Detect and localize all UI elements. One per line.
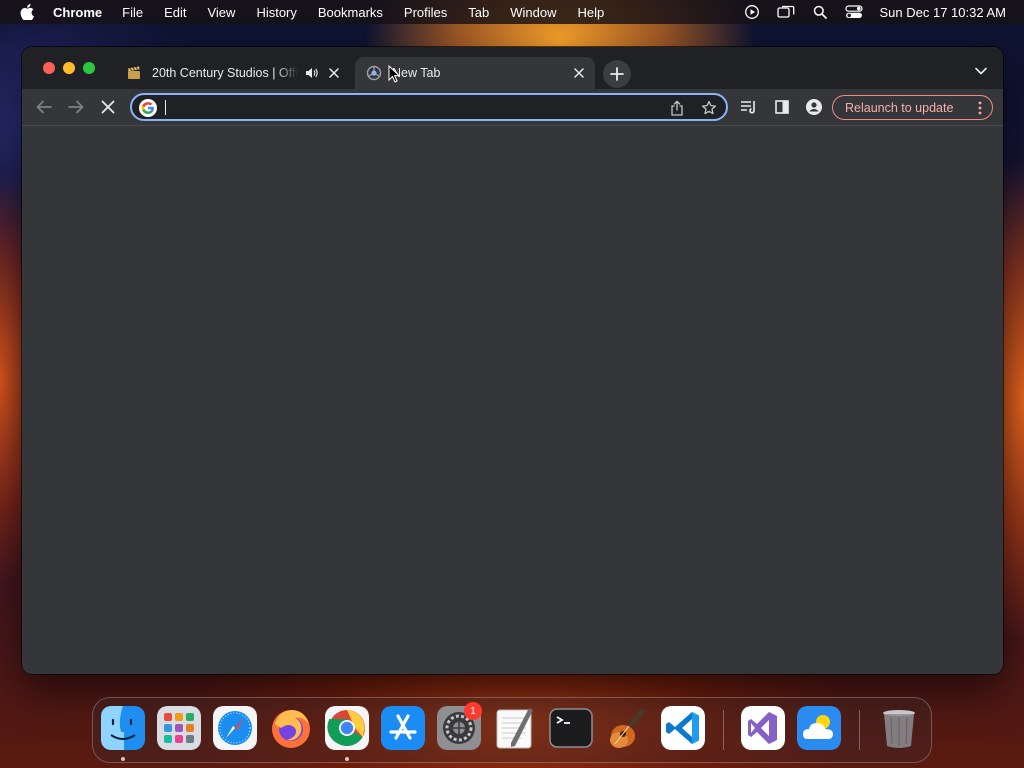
menu-bookmarks[interactable]: Bookmarks	[318, 5, 383, 20]
close-icon[interactable]	[326, 65, 342, 81]
menu-profiles[interactable]: Profiles	[404, 5, 447, 20]
menu-help[interactable]: Help	[578, 5, 605, 20]
profile-avatar-icon[interactable]	[804, 97, 824, 117]
dock: 1	[92, 697, 932, 763]
mouse-cursor-icon	[388, 65, 400, 83]
finder-icon[interactable]	[101, 706, 145, 750]
menu-edit[interactable]: Edit	[164, 5, 186, 20]
vscode-icon[interactable]	[661, 706, 705, 750]
menu-file[interactable]: File	[122, 5, 143, 20]
running-indicator	[121, 757, 125, 761]
google-g-icon	[139, 99, 157, 117]
dock-separator	[859, 710, 860, 750]
notification-badge: 1	[464, 702, 482, 720]
menu-history[interactable]: History	[256, 5, 296, 20]
launchpad-icon[interactable]	[157, 706, 201, 750]
menu-bar: Chrome File Edit View History Bookmarks …	[0, 0, 1024, 24]
omnibox-input[interactable]	[164, 97, 624, 117]
stop-loading-icon[interactable]	[98, 97, 118, 117]
control-center-icon[interactable]	[844, 4, 864, 20]
window-close-button[interactable]	[43, 62, 55, 74]
menu-view[interactable]: View	[207, 5, 235, 20]
running-indicator	[345, 757, 349, 761]
side-panel-icon[interactable]	[772, 97, 792, 117]
garageband-icon[interactable]	[605, 706, 649, 750]
browser-toolbar: Relaunch to update	[22, 89, 1003, 125]
textedit-icon[interactable]	[493, 706, 537, 750]
safari-icon[interactable]	[213, 706, 257, 750]
menu-bar-status-area: Sun Dec 17 10:32 AM	[728, 0, 1006, 24]
tab-strip: 20th Century Studios | Official Site New…	[22, 47, 1003, 89]
address-bar[interactable]	[130, 93, 728, 121]
more-options-icon[interactable]	[977, 100, 983, 116]
chrome-window: 20th Century Studios | Official Site New…	[22, 47, 1003, 674]
menu-tab[interactable]: Tab	[468, 5, 489, 20]
speaker-icon[interactable]	[304, 65, 320, 81]
share-icon[interactable]	[668, 99, 686, 117]
new-tab-button[interactable]	[603, 60, 631, 88]
bookmark-star-icon[interactable]	[700, 99, 718, 117]
menu-window[interactable]: Window	[510, 5, 556, 20]
screen-mirroring-icon[interactable]	[776, 4, 796, 20]
forward-arrow-icon[interactable]	[66, 97, 86, 117]
tab-20th-century-studios[interactable]: 20th Century Studios | Official Site	[114, 57, 350, 89]
reading-list-icon[interactable]	[739, 97, 759, 117]
chrome-icon[interactable]	[325, 706, 369, 750]
visual-studio-icon[interactable]	[741, 706, 785, 750]
film-clapper-icon	[126, 65, 142, 81]
tab-title: 20th Century Studios | Official Site	[152, 66, 298, 80]
weather-icon[interactable]	[797, 706, 841, 750]
firefox-icon[interactable]	[269, 706, 313, 750]
window-minimize-button[interactable]	[63, 62, 75, 74]
dock-separator	[723, 710, 724, 750]
window-zoom-button[interactable]	[83, 62, 95, 74]
tab-title: New Tab	[392, 66, 441, 80]
chrome-new-tab-icon	[366, 65, 382, 81]
relaunch-label: Relaunch to update	[845, 100, 954, 115]
apple-menu-icon[interactable]	[19, 4, 35, 20]
text-caret	[165, 100, 166, 115]
screen-recording-icon[interactable]	[742, 4, 762, 20]
relaunch-to-update-button[interactable]: Relaunch to update	[832, 95, 993, 120]
menu-bar-clock[interactable]: Sun Dec 17 10:32 AM	[880, 5, 1006, 20]
app-store-icon[interactable]	[381, 706, 425, 750]
back-arrow-icon[interactable]	[34, 97, 54, 117]
spotlight-search-icon[interactable]	[810, 4, 830, 20]
terminal-icon[interactable]	[549, 706, 593, 750]
trash-icon[interactable]	[877, 706, 921, 750]
page-content-area[interactable]	[22, 125, 1003, 674]
menu-app-name[interactable]: Chrome	[53, 5, 102, 20]
close-icon[interactable]	[571, 65, 587, 81]
chevron-down-icon[interactable]	[973, 63, 989, 79]
